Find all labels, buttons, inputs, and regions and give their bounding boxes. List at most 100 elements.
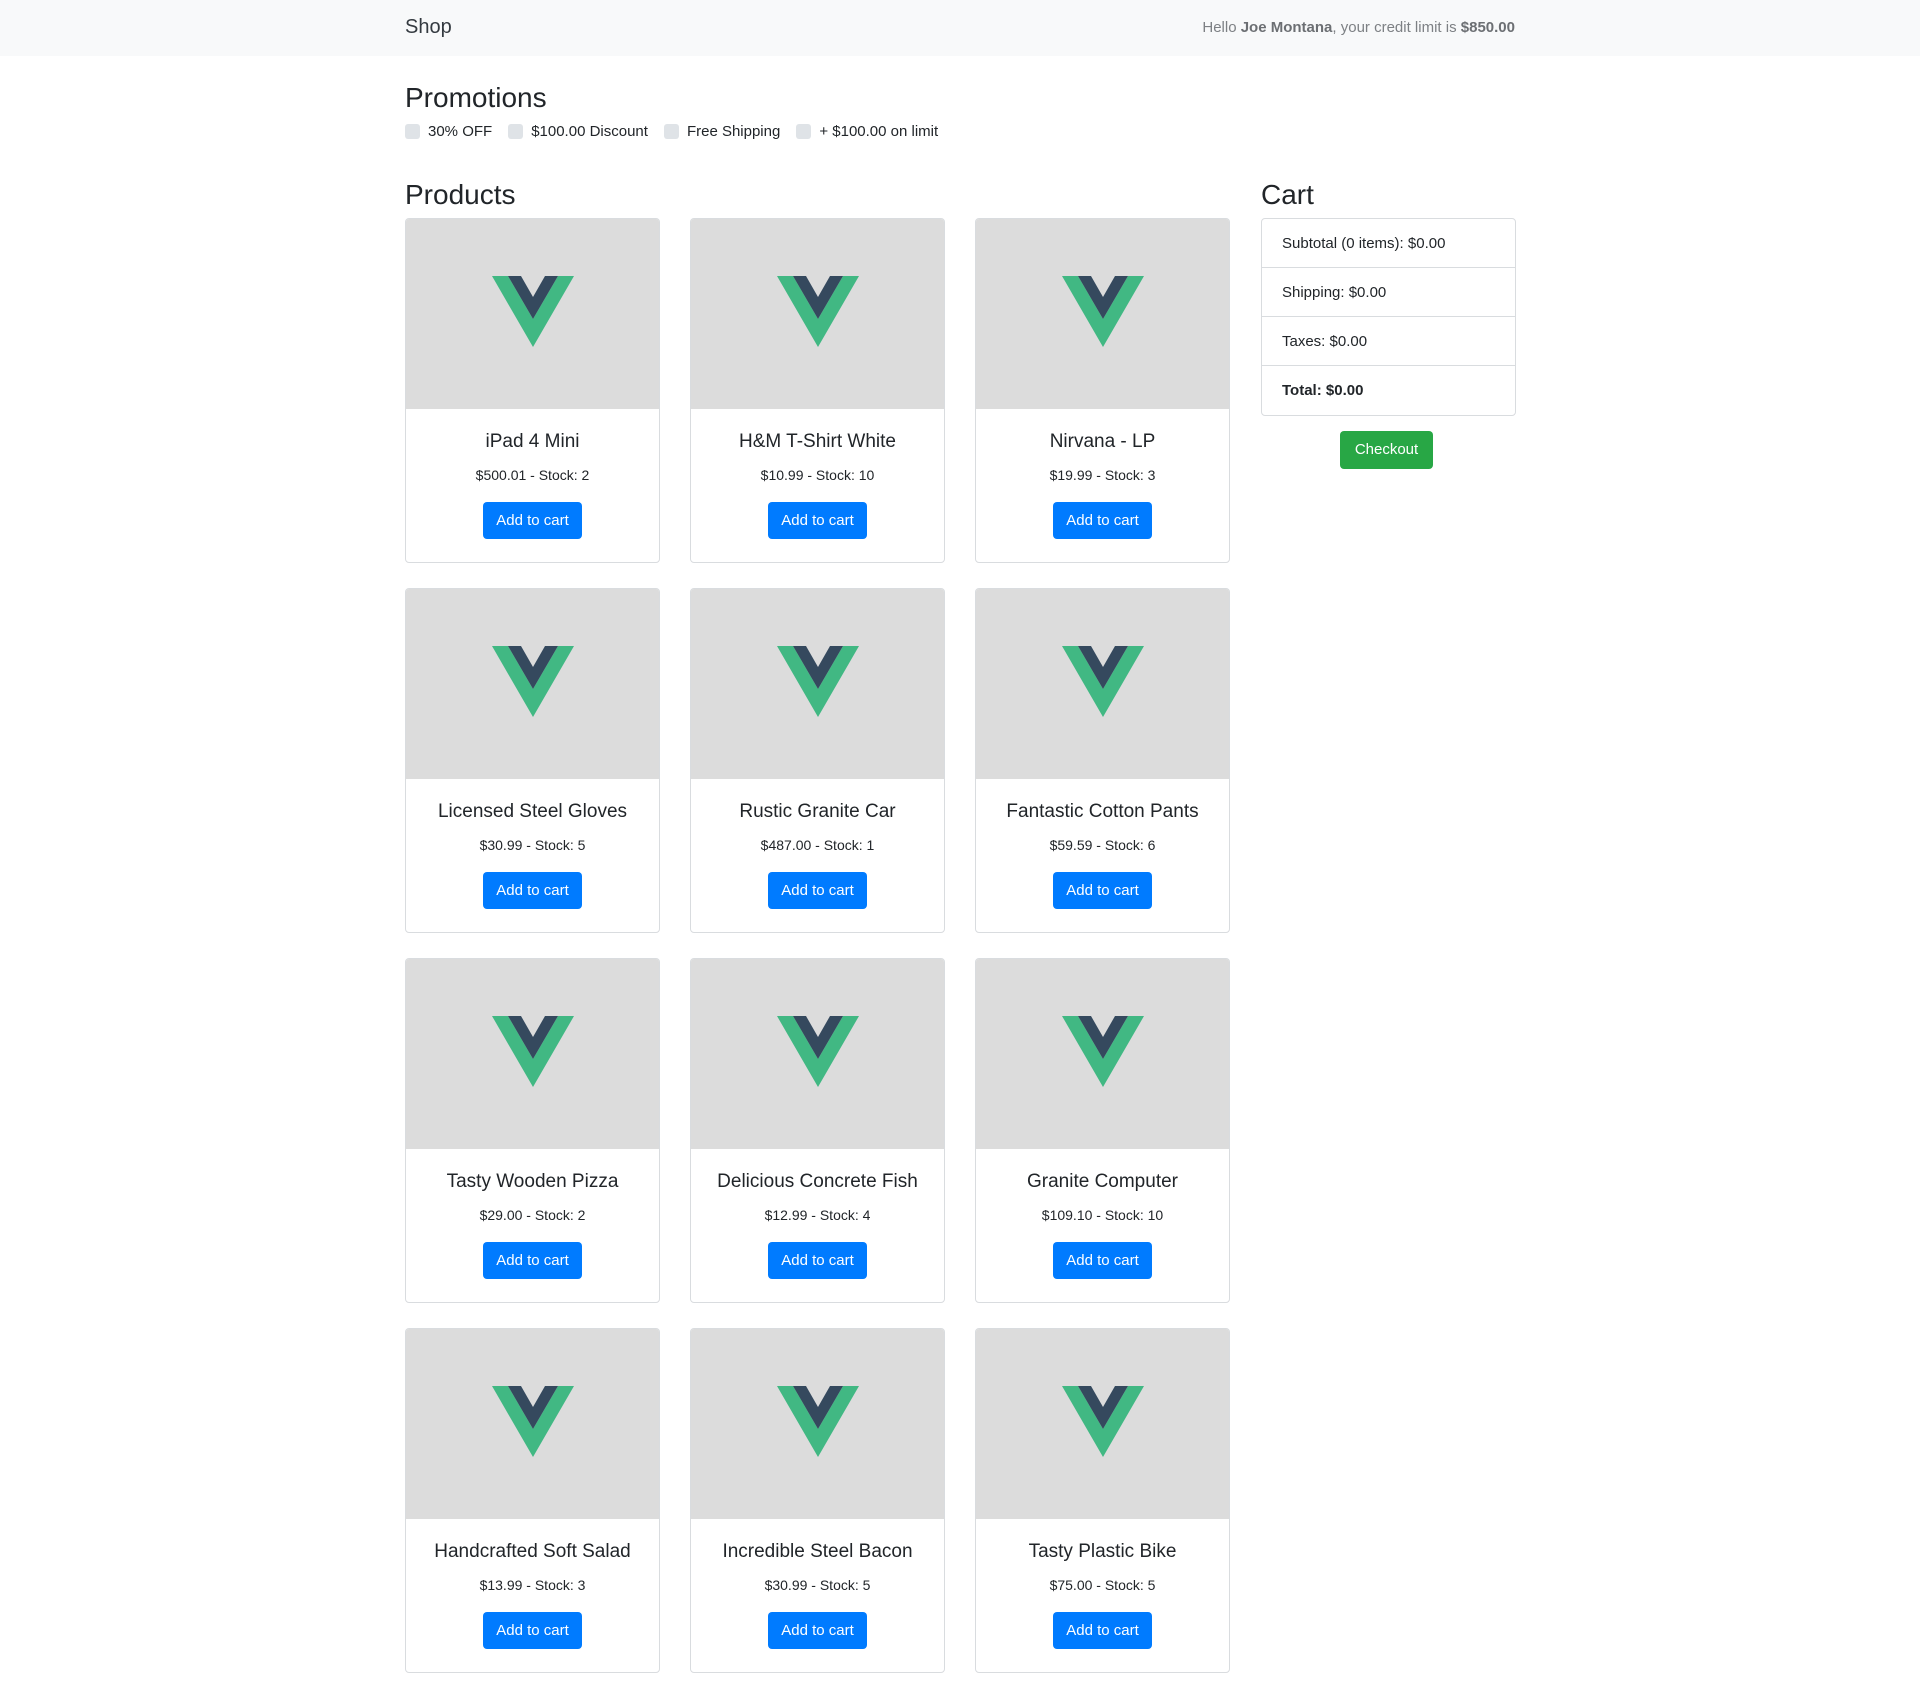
product-name: Granite Computer — [1026, 1171, 1178, 1192]
vue-logo-icon — [1061, 275, 1144, 353]
product-image — [406, 589, 659, 779]
product-image — [976, 589, 1229, 779]
add-to-cart-button[interactable]: Add to cart — [483, 1242, 582, 1279]
product-card-body: Tasty Wooden Pizza $29.00 - Stock: 2 Add t… — [406, 1171, 659, 1279]
greeting-middle: , your credit limit is — [1332, 19, 1461, 36]
product-name: Nirvana - LP — [1049, 431, 1156, 452]
product-card: Granite Computer $109.10 - Stock: 10 Add t… — [975, 958, 1230, 1303]
product-name: iPad 4 Mini — [485, 431, 580, 452]
vue-logo-icon — [1061, 1385, 1144, 1463]
product-card-body: Nirvana - LP $19.99 - Stock: 3 Add to cart — [976, 431, 1229, 539]
product-card: Tasty Plastic Bike $75.00 - Stock: 5 Add t… — [975, 1328, 1230, 1673]
product-price-stock: $19.99 - Stock: 3 — [1049, 467, 1156, 483]
product-card-body: Incredible Steel Bacon $30.99 - Stock: 5 A… — [691, 1541, 944, 1649]
vue-logo-icon — [1061, 1015, 1144, 1093]
cart-shipping: Shipping: $0.00 — [1262, 268, 1515, 317]
product-card-body: Handcrafted Soft Salad $13.99 - Stock: 3 A… — [406, 1541, 659, 1649]
promotion-label: $100.00 Discount — [531, 123, 648, 140]
product-image — [691, 219, 944, 409]
promotion-option[interactable]: + $100.00 on limit — [796, 123, 938, 140]
product-image — [976, 1329, 1229, 1519]
product-image — [976, 219, 1229, 409]
vue-logo-icon — [776, 645, 859, 723]
product-image — [691, 589, 944, 779]
brand-link[interactable]: Shop — [405, 16, 452, 39]
cart-title: Cart — [1261, 179, 1314, 210]
add-to-cart-button[interactable]: Add to cart — [483, 1612, 582, 1649]
vue-logo-icon — [491, 645, 574, 723]
product-price-stock: $10.99 - Stock: 10 — [760, 467, 875, 483]
promotion-checkbox[interactable] — [796, 124, 812, 139]
product-image — [406, 219, 659, 409]
product-name: Handcrafted Soft Salad — [434, 1541, 631, 1562]
cart-taxes: Taxes: $0.00 — [1262, 317, 1515, 366]
product-card-body: Licensed Steel Gloves $30.99 - Stock: 5 Ad… — [406, 801, 659, 909]
navbar: Shop Hello Joe Montana, your credit limi… — [0, 0, 1920, 56]
vue-logo-icon — [776, 275, 859, 353]
add-to-cart-button[interactable]: Add to cart — [483, 872, 582, 909]
product-price-stock: $109.10 - Stock: 10 — [1041, 1207, 1164, 1223]
add-to-cart-button[interactable]: Add to cart — [768, 1242, 867, 1279]
product-price-stock: $29.00 - Stock: 2 — [479, 1207, 586, 1223]
vue-logo-icon — [491, 275, 574, 353]
product-card-body: H&M T-Shirt White $10.99 - Stock: 10 Add t… — [691, 431, 944, 539]
vue-logo-icon — [776, 1385, 859, 1463]
add-to-cart-button[interactable]: Add to cart — [1053, 1612, 1152, 1649]
promotion-label: 30% OFF — [428, 123, 493, 140]
add-to-cart-button[interactable]: Add to cart — [1053, 1242, 1152, 1279]
product-name: Rustic Granite Car — [739, 801, 896, 822]
add-to-cart-button[interactable]: Add to cart — [1053, 502, 1152, 539]
product-price-stock: $75.00 - Stock: 5 — [1049, 1577, 1156, 1593]
add-to-cart-button[interactable]: Add to cart — [1053, 872, 1152, 909]
promotion-checkbox[interactable] — [405, 124, 420, 139]
user-greeting: Hello Joe Montana, your credit limit is … — [1202, 19, 1515, 36]
user-name: Joe Montana — [1240, 19, 1333, 36]
add-to-cart-button[interactable]: Add to cart — [768, 1612, 867, 1649]
promotion-option[interactable]: $100.00 Discount — [508, 123, 648, 140]
product-card: Handcrafted Soft Salad $13.99 - Stock: 3 A… — [405, 1328, 660, 1673]
product-card: Licensed Steel Gloves $30.99 - Stock: 5 Ad… — [405, 588, 660, 933]
cart-summary: Subtotal (0 items): $0.00 Shipping: $0.0… — [1261, 218, 1516, 416]
promotion-option[interactable]: Free Shipping — [663, 123, 781, 140]
promotion-option[interactable]: 30% OFF — [405, 123, 492, 140]
product-card: Delicious Concrete Fish $12.99 - Stock: 4… — [690, 958, 945, 1303]
add-to-cart-button[interactable]: Add to cart — [768, 502, 867, 539]
promotion-checkbox[interactable] — [508, 124, 524, 139]
product-price-stock: $30.99 - Stock: 5 — [479, 837, 586, 853]
cart-total: Total: $0.00 — [1282, 382, 1364, 399]
greeting-prefix: Hello — [1202, 19, 1241, 36]
product-image — [691, 959, 944, 1149]
promotions-title: Promotions — [405, 82, 547, 113]
product-price-stock: $30.99 - Stock: 5 — [764, 1577, 871, 1593]
promotion-checkbox[interactable] — [663, 124, 679, 139]
product-price-stock: $59.59 - Stock: 6 — [1049, 837, 1156, 853]
product-name: Delicious Concrete Fish — [717, 1171, 918, 1192]
product-grid: iPad 4 Mini $500.01 - Stock: 2 Add to cart… — [405, 218, 1230, 1673]
product-card: iPad 4 Mini $500.01 - Stock: 2 Add to cart — [405, 218, 660, 563]
product-card: Nirvana - LP $19.99 - Stock: 3 Add to cart — [975, 218, 1230, 563]
product-name: Licensed Steel Gloves — [437, 801, 628, 822]
promotion-label: + $100.00 on limit — [819, 123, 939, 140]
product-name: Fantastic Cotton Pants — [1006, 801, 1199, 822]
product-name: Tasty Wooden Pizza — [446, 1171, 619, 1192]
promotion-label: Free Shipping — [686, 123, 781, 140]
product-card: Fantastic Cotton Pants $59.59 - Stock: 6 A… — [975, 588, 1230, 933]
product-card: H&M T-Shirt White $10.99 - Stock: 10 Add t… — [690, 218, 945, 563]
product-image — [406, 959, 659, 1149]
products-title: Products — [405, 179, 516, 210]
product-card-body: Delicious Concrete Fish $12.99 - Stock: 4… — [691, 1171, 944, 1279]
vue-logo-icon — [1061, 645, 1144, 723]
add-to-cart-button[interactable]: Add to cart — [483, 502, 582, 539]
cart-subtotal: Subtotal (0 items): $0.00 — [1262, 219, 1515, 268]
product-price-stock: $487.00 - Stock: 1 — [760, 837, 875, 853]
product-card-body: Tasty Plastic Bike $75.00 - Stock: 5 Add t… — [976, 1541, 1229, 1649]
credit-limit: $850.00 — [1460, 19, 1515, 36]
checkout-button[interactable]: Checkout — [1340, 431, 1433, 469]
product-name: Incredible Steel Bacon — [722, 1541, 913, 1562]
product-image — [976, 959, 1229, 1149]
add-to-cart-button[interactable]: Add to cart — [768, 872, 867, 909]
product-name: H&M T-Shirt White — [739, 431, 896, 452]
product-card-body: Fantastic Cotton Pants $59.59 - Stock: 6 A… — [976, 801, 1229, 909]
product-price-stock: $12.99 - Stock: 4 — [764, 1207, 871, 1223]
product-card: Rustic Granite Car $487.00 - Stock: 1 Add … — [690, 588, 945, 933]
